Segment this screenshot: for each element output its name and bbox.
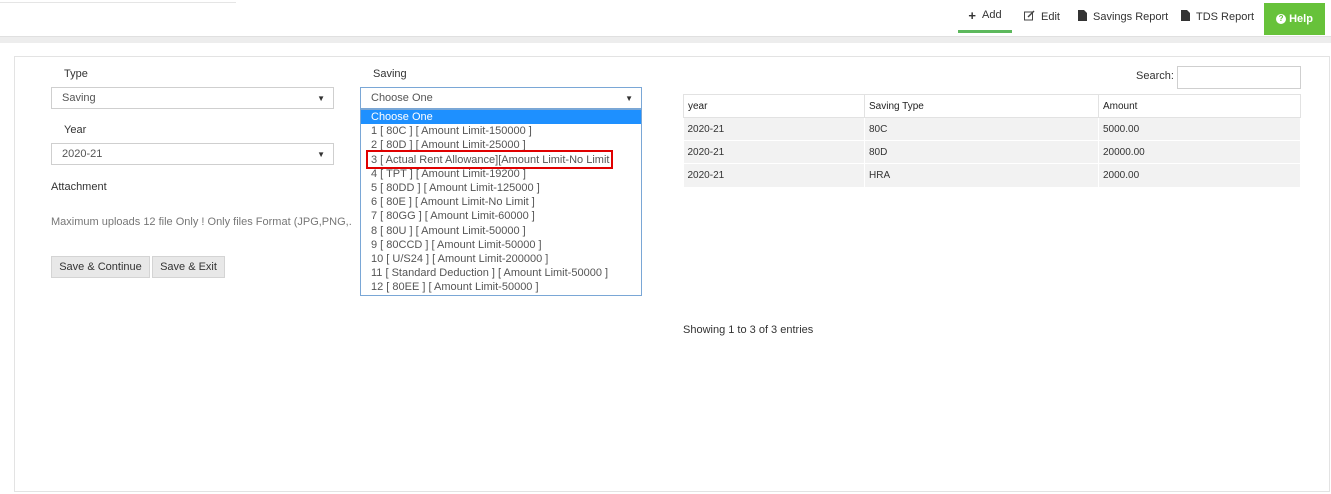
edit-icon — [1024, 10, 1035, 24]
dropdown-arrow-icon: ▼ — [625, 94, 633, 103]
saving-select[interactable]: Choose One ▼ — [360, 87, 642, 109]
cell-saving-type: 80C — [864, 117, 1099, 141]
table-info: Showing 1 to 3 of 3 entries — [683, 324, 814, 336]
file-icon — [1181, 10, 1190, 24]
attachment-label: Attachment — [51, 181, 107, 193]
help-button[interactable]: ? Help — [1264, 3, 1325, 35]
help-label: Help — [1289, 13, 1313, 25]
column-header-year[interactable]: year — [683, 94, 865, 118]
year-select-value: 2020-21 — [62, 148, 103, 160]
saving-dropdown-list: Choose One 1 [ 80C ] [ Amount Limit-1500… — [360, 109, 642, 296]
saving-option[interactable]: 11 [ Standard Deduction ] [ Amount Limit… — [361, 266, 641, 280]
type-label: Type — [64, 68, 88, 80]
year-label: Year — [64, 124, 87, 136]
saving-select-value: Choose One — [371, 92, 433, 104]
column-header-saving-type[interactable]: Saving Type — [864, 94, 1099, 118]
saving-option[interactable]: 12 [ 80EE ] [ Amount Limit-50000 ] — [361, 280, 641, 294]
saving-option[interactable]: 9 [ 80CCD ] [ Amount Limit-50000 ] — [361, 238, 641, 252]
cell-amount: 5000.00 — [1098, 117, 1301, 141]
save-exit-button[interactable]: Save & Exit — [152, 256, 225, 278]
saving-option[interactable]: 5 [ 80DD ] [ Amount Limit-125000 ] — [361, 181, 641, 195]
column-header-amount[interactable]: Amount — [1098, 94, 1301, 118]
year-select[interactable]: 2020-21 ▼ — [51, 143, 334, 165]
dropdown-arrow-icon: ▼ — [317, 150, 325, 159]
saving-option[interactable]: 6 [ 80E ] [ Amount Limit-No Limit ] — [361, 195, 641, 209]
saving-option[interactable]: 7 [ 80GG ] [ Amount Limit-60000 ] — [361, 209, 641, 223]
top-navigation: + Add Edit Savings Report TDS Report ? H… — [0, 0, 1331, 36]
search-input[interactable] — [1177, 66, 1301, 89]
cell-year: 2020-21 — [683, 140, 865, 164]
table-row[interactable]: 2020-21 80D 20000.00 — [683, 140, 1301, 164]
cell-saving-type: HRA — [864, 163, 1099, 187]
saving-label: Saving — [373, 68, 407, 80]
cell-year: 2020-21 — [683, 163, 865, 187]
file-icon — [1078, 10, 1087, 24]
save-continue-button[interactable]: Save & Continue — [51, 256, 150, 278]
saving-option[interactable]: 8 [ 80U ] [ Amount Limit-50000 ] — [361, 224, 641, 238]
saving-option[interactable]: 2 [ 80D ] [ Amount Limit-25000 ] — [361, 138, 641, 152]
cell-amount: 20000.00 — [1098, 140, 1301, 164]
nav-edit-label: Edit — [1041, 11, 1060, 23]
table-row[interactable]: 2020-21 80C 5000.00 — [683, 117, 1301, 141]
table-row[interactable]: 2020-21 HRA 2000.00 — [683, 163, 1301, 187]
nav-add[interactable]: + Add — [958, 0, 1012, 33]
dropdown-arrow-icon: ▼ — [317, 94, 325, 103]
saving-option[interactable]: 1 [ 80C ] [ Amount Limit-150000 ] — [361, 124, 641, 138]
cell-saving-type: 80D — [864, 140, 1099, 164]
saving-option[interactable]: 3 [ Actual Rent Allowance][Amount Limit-… — [361, 153, 641, 167]
savings-table: year Saving Type Amount 2020-21 80C 5000… — [683, 94, 1301, 187]
nav-tds-report[interactable]: TDS Report — [1181, 0, 1254, 34]
type-select-value: Saving — [62, 92, 96, 104]
saving-option[interactable]: 4 [ TPT ] [ Amount Limit-19200 ] — [361, 167, 641, 181]
type-select[interactable]: Saving ▼ — [51, 87, 334, 109]
nav-tds-report-label: TDS Report — [1196, 11, 1255, 23]
header-separator — [0, 36, 1331, 43]
nav-add-label: Add — [982, 9, 1002, 21]
question-circle-icon: ? — [1276, 14, 1287, 24]
saving-option[interactable]: 10 [ U/S24 ] [ Amount Limit-200000 ] — [361, 252, 641, 266]
nav-edit[interactable]: Edit — [1024, 0, 1060, 34]
plus-icon: + — [968, 7, 976, 23]
cell-amount: 2000.00 — [1098, 163, 1301, 187]
table-header-row: year Saving Type Amount — [683, 94, 1301, 118]
cell-year: 2020-21 — [683, 117, 865, 141]
nav-savings-report[interactable]: Savings Report — [1078, 0, 1168, 34]
nav-savings-report-label: Savings Report — [1093, 11, 1169, 23]
upload-note: Maximum uploads 12 file Only ! Only file… — [51, 216, 352, 228]
search-label: Search: — [1136, 70, 1174, 82]
saving-option[interactable]: Choose One — [361, 110, 641, 125]
